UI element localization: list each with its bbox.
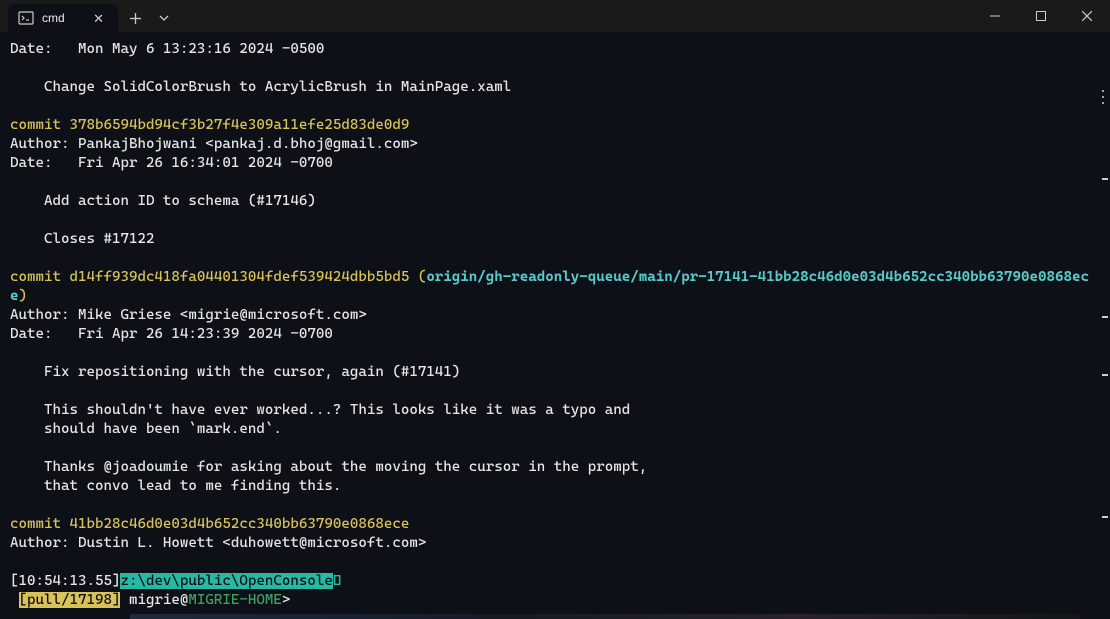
log-line: Author: Dustin L. Howett <duhowett@micro…: [10, 534, 1100, 553]
blank-line: [10, 496, 1100, 515]
new-tab-button[interactable]: [118, 4, 152, 32]
prompt-gt: >: [282, 592, 291, 608]
blank-line: [10, 249, 1100, 268]
log-line: This shouldn't have ever worked...? This…: [10, 401, 1100, 420]
prompt-branch: [pull/17198]: [19, 592, 121, 608]
commit-hash: commit d14ff939dc418fa04401304fdef539424…: [10, 269, 426, 285]
log-line: Thanks @joadoumie for asking about the m…: [10, 458, 1100, 477]
taskbar-sliver: [130, 614, 1080, 619]
log-line: Change SolidColorBrush to AcrylicBrush i…: [10, 78, 1100, 97]
prompt-user: migrie@: [120, 592, 188, 608]
maximize-button[interactable]: [1018, 0, 1064, 32]
blank-line: [10, 173, 1100, 192]
log-line: Add action ID to schema (#17146): [10, 192, 1100, 211]
log-line: Date: Fri Apr 26 16:34:01 2024 -0700: [10, 154, 1100, 173]
log-line: that convo lead to me finding this.: [10, 477, 1100, 496]
commit-ref-suffix: ): [19, 288, 28, 304]
log-line: should have been `mark.end`.: [10, 420, 1100, 439]
title-bar-drag-area[interactable]: [176, 0, 972, 32]
prompt-path: z:\dev\public\OpenConsole: [120, 573, 332, 589]
blank-line: [10, 553, 1100, 572]
tab-cmd[interactable]: cmd ✕: [8, 4, 118, 32]
commit-line: commit d14ff939dc418fa04401304fdef539424…: [10, 268, 1100, 306]
log-line: Closes #17122: [10, 230, 1100, 249]
log-line: Author: Mike Griese <migrie@microsoft.co…: [10, 306, 1100, 325]
blank-line: [10, 439, 1100, 458]
commit-line: commit 378b6594bd94cf3b27f4e309a11efe25d…: [10, 116, 1100, 135]
blank-line: [10, 97, 1100, 116]
close-button[interactable]: [1064, 0, 1110, 32]
blank-line: [10, 59, 1100, 78]
log-line: Author: PankajBhojwani <pankaj.d.bhoj@gm…: [10, 135, 1100, 154]
title-bar: cmd ✕: [0, 0, 1110, 32]
minimize-button[interactable]: [972, 0, 1018, 32]
blank-line: [10, 382, 1100, 401]
prompt-line-1: [10:54:13.55]z:\dev\public\OpenConsole: [10, 572, 1100, 591]
terminal-viewport[interactable]: Date: Mon May 6 13:23:16 2024 -0500 Chan…: [0, 32, 1110, 619]
prompt-line-2[interactable]: [pull/17198] migrie@MIGRIE-HOME>: [10, 591, 1100, 610]
prompt-arrow-icon: : [333, 573, 342, 589]
commit-line: commit 41bb28c46d0e03d4b652cc340bb63790e…: [10, 515, 1100, 534]
tab-title: cmd: [42, 9, 81, 28]
log-line: Date: Mon May 6 13:23:16 2024 -0500: [10, 40, 1100, 59]
prompt-time: [10:54:13.55]: [10, 573, 120, 589]
scrollbar-marks: [1102, 38, 1108, 613]
more-indicator-icon: [1102, 90, 1104, 104]
tab-close-button[interactable]: ✕: [89, 9, 108, 28]
terminal-icon: [18, 10, 34, 26]
blank-line: [10, 211, 1100, 230]
log-line: Date: Fri Apr 26 14:23:39 2024 -0700: [10, 325, 1100, 344]
blank-line: [10, 344, 1100, 363]
new-tab-dropdown[interactable]: [152, 4, 176, 32]
log-line: Fix repositioning with the cursor, again…: [10, 363, 1100, 382]
prompt-host: MIGRIE-HOME: [188, 592, 281, 608]
